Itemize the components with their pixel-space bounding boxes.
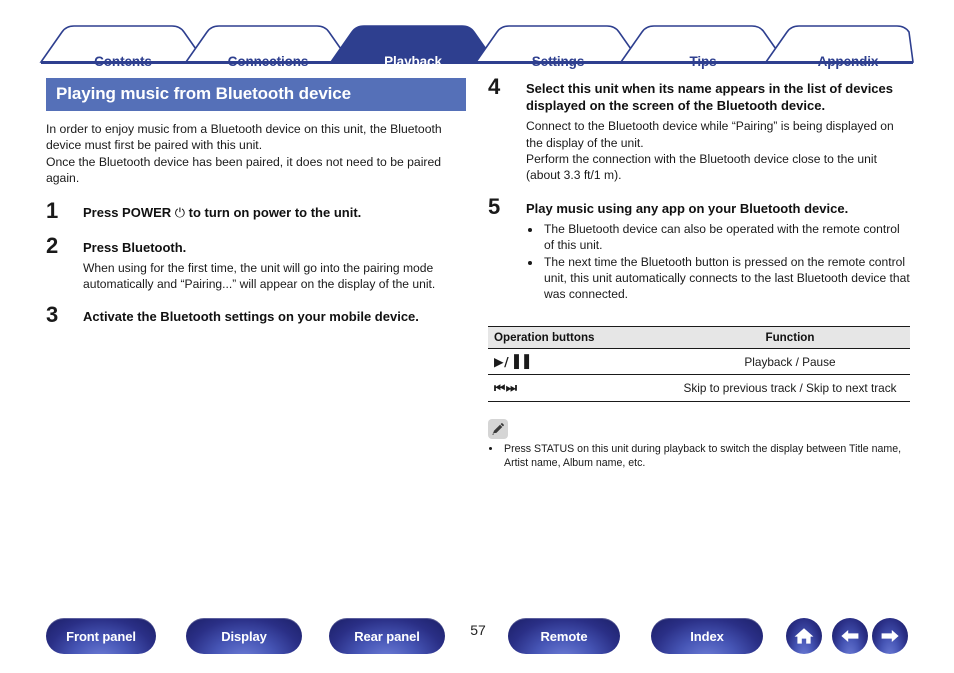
step-4-title: Select this unit when its name appears i… <box>526 81 893 114</box>
list-item: The Bluetooth device can also be operate… <box>542 221 912 253</box>
table-row: ⏮⏭ Skip to previous track / Skip to next… <box>488 374 910 403</box>
step-1-number: 1 <box>46 198 59 224</box>
step-4-number: 4 <box>488 74 501 99</box>
forward-button[interactable] <box>872 618 908 654</box>
back-button[interactable] <box>832 618 868 654</box>
page-title: Playing music from Bluetooth device <box>46 78 466 111</box>
tab-appendix[interactable]: Appendix <box>766 54 930 69</box>
pencil-icon <box>488 419 508 440</box>
left-column: Playing music from Bluetooth device In o… <box>46 78 466 326</box>
display-button-label: Display <box>221 628 267 644</box>
tab-playback[interactable]: Playback <box>331 54 495 69</box>
table-header-row: Operation buttons Function <box>488 326 910 350</box>
rear-panel-button-label: Rear panel <box>354 628 420 644</box>
step-5-bullets: The Bluetooth device can also be operate… <box>526 221 912 302</box>
power-icon: ⏻ <box>174 206 186 222</box>
step-2-body-paragraph: When using for the first time, the unit … <box>83 260 436 291</box>
intro-text: In order to enjoy music from a Bluetooth… <box>46 121 466 187</box>
play-pause-icon: ▶/▐▐ <box>488 348 670 376</box>
tab-tips[interactable]: Tips <box>621 54 785 69</box>
table-cell-function: Skip to previous track / Skip to next tr… <box>670 374 910 403</box>
index-button[interactable]: Index <box>651 618 763 654</box>
table-cell-function: Playback / Pause <box>670 348 910 376</box>
operation-buttons-table: Operation buttons Function ▶/▐▐ Playback… <box>488 326 910 403</box>
step-1: 1 Press POWER ⏻ to turn on power to the … <box>46 200 466 222</box>
display-button[interactable]: Display <box>186 618 302 654</box>
index-button-label: Index <box>690 628 724 644</box>
table-row: ▶/▐▐ Playback / Pause <box>488 348 910 376</box>
step-4-body: Connect to the Bluetooth device while “P… <box>526 118 912 183</box>
step-2-title: Press Bluetooth. <box>83 239 187 255</box>
step-2: 2 Press Bluetooth. When using for the fi… <box>46 234 466 293</box>
step-4-body-paragraph-2: Perform the connection with the Bluetoot… <box>526 151 877 182</box>
step-3-number: 3 <box>46 302 59 328</box>
front-panel-button[interactable]: Front panel <box>46 618 156 654</box>
step-4: 4 Select this unit when its name appears… <box>488 76 912 183</box>
step-5-number: 5 <box>488 194 501 220</box>
front-panel-button-label: Front panel <box>66 628 136 644</box>
footer-navigation: Front panel Display Rear panel 57 Remote… <box>0 618 954 658</box>
table-header-function: Function <box>670 326 910 350</box>
tab-bar: Contents Connections Playback Settings T… <box>0 22 954 69</box>
intro-paragraph-2: Once the Bluetooth device has been paire… <box>46 154 442 186</box>
tab-settings[interactable]: Settings <box>476 54 640 69</box>
step-5-title: Play music using any app on your Bluetoo… <box>526 201 849 217</box>
step-4-body-paragraph-1: Connect to the Bluetooth device while “P… <box>526 119 894 150</box>
step-5: 5 Play music using any app on your Bluet… <box>488 196 912 302</box>
remote-button[interactable]: Remote <box>508 618 620 654</box>
page-number: 57 <box>470 622 486 638</box>
step-1-title: Press POWER ⏻ to turn on power to the un… <box>83 204 466 222</box>
step-3: 3 Activate the Bluetooth settings on you… <box>46 304 466 326</box>
home-icon <box>794 628 814 644</box>
arrow-left-icon <box>841 630 859 642</box>
list-item: Press STATUS on this unit during playbac… <box>502 443 912 471</box>
remote-button-label: Remote <box>540 628 588 644</box>
step-1-title-post: to turn on power to the unit. <box>185 205 362 221</box>
step-2-number: 2 <box>46 232 59 258</box>
pencil-icon-glyph <box>492 423 504 436</box>
list-item: The next time the Bluetooth button is pr… <box>542 254 912 303</box>
rear-panel-button[interactable]: Rear panel <box>329 618 445 654</box>
arrow-right-icon <box>881 630 899 642</box>
right-column: 4 Select this unit when its name appears… <box>488 76 912 471</box>
skip-track-icon: ⏮⏭ <box>488 374 670 403</box>
tab-connections[interactable]: Connections <box>186 54 350 69</box>
note-list: Press STATUS on this unit during playbac… <box>488 443 912 471</box>
step-1-title-pre: Press POWER <box>83 205 175 221</box>
home-button[interactable] <box>786 618 822 654</box>
note-block: Press STATUS on this unit during playbac… <box>488 419 912 471</box>
table-header-operation-buttons: Operation buttons <box>488 326 670 350</box>
step-3-title: Activate the Bluetooth settings on your … <box>83 309 419 325</box>
intro-paragraph-1: In order to enjoy music from a Bluetooth… <box>46 121 442 152</box>
tab-contents[interactable]: Contents <box>41 54 205 69</box>
step-2-body: When using for the first time, the unit … <box>83 260 466 292</box>
